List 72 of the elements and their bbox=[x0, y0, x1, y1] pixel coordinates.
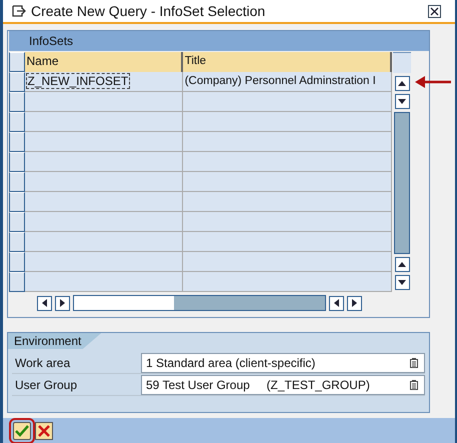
table-cell[interactable] bbox=[182, 192, 392, 212]
row-selector[interactable] bbox=[9, 72, 24, 92]
table-cell[interactable]: Z_NEW_INFOSET bbox=[24, 72, 183, 92]
panel-title: InfoSets bbox=[9, 31, 429, 51]
right-arrow-icon bbox=[352, 299, 357, 307]
scrollbar-track[interactable] bbox=[73, 295, 326, 311]
left-arrow-icon bbox=[334, 299, 339, 307]
right-arrow-icon bbox=[60, 299, 65, 307]
table-cell[interactable] bbox=[24, 232, 183, 252]
table-cell[interactable] bbox=[182, 152, 392, 172]
column-header[interactable]: Name bbox=[24, 52, 183, 72]
group-title: Environment bbox=[8, 333, 102, 349]
row-selector[interactable] bbox=[9, 212, 24, 232]
scroll-down-button[interactable] bbox=[394, 94, 410, 109]
up-arrow-icon bbox=[398, 262, 406, 267]
close-button[interactable] bbox=[428, 4, 441, 18]
scrollbar-thumb[interactable] bbox=[74, 296, 174, 310]
row-selector[interactable] bbox=[9, 112, 24, 132]
clipboard-icon[interactable] bbox=[410, 380, 418, 390]
table-cell[interactable] bbox=[182, 232, 392, 252]
field-label: Work area bbox=[14, 356, 72, 370]
scroll-left-button[interactable] bbox=[329, 296, 344, 310]
scroll-right-button[interactable] bbox=[55, 296, 70, 310]
table-cell[interactable] bbox=[24, 152, 183, 172]
scroll-down-button[interactable] bbox=[394, 275, 410, 290]
row-selector[interactable] bbox=[9, 172, 24, 192]
left-arrow-icon bbox=[42, 299, 47, 307]
table-cell[interactable] bbox=[182, 252, 392, 272]
window-title: Create New Query - InfoSet Selection bbox=[31, 3, 266, 19]
row-selector[interactable] bbox=[9, 132, 24, 152]
table-cell[interactable] bbox=[24, 252, 183, 272]
row-selector[interactable] bbox=[9, 252, 24, 272]
scroll-up-button[interactable] bbox=[394, 76, 410, 91]
cross-icon bbox=[38, 424, 50, 436]
table-cell[interactable] bbox=[182, 112, 392, 132]
row-selector[interactable] bbox=[9, 272, 24, 292]
row-selector[interactable] bbox=[9, 152, 24, 172]
table-cell[interactable] bbox=[24, 92, 183, 112]
table-cell[interactable]: (Company) Personnel Adminstration I bbox=[182, 72, 392, 92]
down-arrow-icon bbox=[398, 99, 406, 104]
cancel-button[interactable] bbox=[35, 422, 53, 440]
table-cell[interactable] bbox=[182, 272, 392, 292]
table-cell[interactable] bbox=[24, 132, 183, 152]
table-corner bbox=[393, 52, 411, 73]
up-arrow-icon bbox=[398, 81, 406, 86]
row-selector[interactable] bbox=[9, 92, 24, 112]
table-cell[interactable] bbox=[182, 92, 392, 112]
field-label: User Group bbox=[14, 378, 78, 392]
input-field[interactable]: 1 Standard area (client-specific) bbox=[141, 352, 425, 372]
table-cell[interactable] bbox=[24, 192, 183, 212]
row-selector[interactable] bbox=[9, 192, 24, 212]
row-selector[interactable] bbox=[9, 52, 24, 72]
scroll-right-button[interactable] bbox=[347, 296, 362, 310]
check-icon bbox=[15, 424, 29, 436]
table-cell[interactable] bbox=[182, 172, 392, 192]
clipboard-icon[interactable] bbox=[410, 358, 418, 368]
table-cell[interactable] bbox=[24, 212, 183, 232]
table-cell[interactable] bbox=[24, 112, 183, 132]
table-cell[interactable] bbox=[24, 172, 183, 192]
column-header[interactable]: Title bbox=[182, 52, 392, 72]
table-cell[interactable] bbox=[24, 272, 183, 292]
down-arrow-icon bbox=[398, 280, 406, 285]
scroll-left-button[interactable] bbox=[37, 296, 52, 310]
close-icon bbox=[430, 6, 439, 16]
scroll-up-button[interactable] bbox=[394, 257, 410, 272]
annotation-arrow bbox=[415, 76, 451, 88]
window-icon bbox=[11, 4, 27, 18]
row-selector[interactable] bbox=[9, 232, 24, 252]
table-cell[interactable] bbox=[182, 132, 392, 152]
scrollbar-track[interactable] bbox=[394, 112, 410, 254]
table-cell[interactable] bbox=[182, 212, 392, 232]
input-field[interactable]: 59 Test User Group (Z_TEST_GROUP) bbox=[141, 374, 425, 394]
